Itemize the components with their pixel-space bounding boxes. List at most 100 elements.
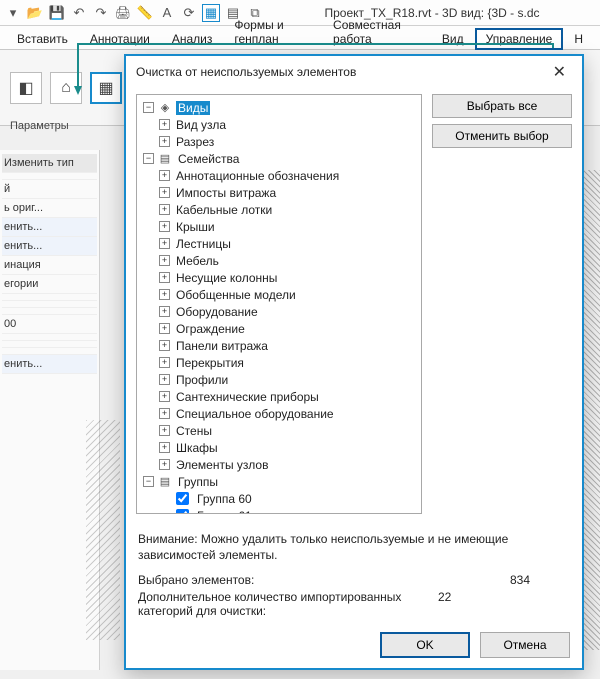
tree-node[interactable]: +Ограждение — [141, 320, 421, 337]
tree-label: Импосты витража — [174, 186, 278, 200]
tree-node[interactable]: Группа 60 — [141, 490, 421, 507]
expand-icon[interactable]: + — [159, 255, 170, 266]
tree-node[interactable]: +Панели витража — [141, 337, 421, 354]
tree-node[interactable]: + Кабельные лотки — [141, 201, 421, 218]
expand-icon[interactable]: + — [159, 289, 170, 300]
select-all-button[interactable]: Выбрать все — [432, 94, 572, 118]
expand-icon[interactable]: + — [159, 136, 170, 147]
tree-label: Перекрытия — [174, 356, 246, 370]
expand-icon[interactable]: + — [159, 272, 170, 283]
expand-icon[interactable]: + — [159, 119, 170, 130]
expand-icon[interactable]: + — [159, 442, 170, 453]
tree-node[interactable]: +Крыши — [141, 218, 421, 235]
tree-node[interactable]: +Несущие колонны — [141, 269, 421, 286]
undo-icon[interactable]: ↶ — [70, 4, 88, 22]
tab-collaborate[interactable]: Совместная работа — [322, 14, 431, 49]
tab-annotate[interactable]: Аннотации — [79, 28, 161, 49]
expand-icon[interactable]: + — [159, 323, 170, 334]
tree-node[interactable]: +Обобщенные модели — [141, 286, 421, 303]
tree-label: Вид узла — [174, 118, 228, 132]
text-icon[interactable]: A — [158, 4, 176, 22]
tree-label: Группа 61 — [195, 509, 254, 515]
tree-node[interactable]: + Оборудование — [141, 303, 421, 320]
tree-checkbox[interactable] — [176, 492, 189, 505]
folder-icon: ▤ — [158, 152, 172, 166]
tree-node[interactable]: −▤ Группы — [141, 473, 421, 490]
tree-node[interactable]: + Импосты витража — [141, 184, 421, 201]
tree-label: Мебель — [174, 254, 221, 268]
tree-label: Лестницы — [174, 237, 233, 251]
expand-icon[interactable]: + — [159, 357, 170, 368]
expand-icon[interactable]: − — [143, 102, 154, 113]
expand-icon[interactable]: + — [159, 238, 170, 249]
tree-label: Кабельные лотки — [174, 203, 274, 217]
tab-massing[interactable]: Формы и генплан — [223, 14, 322, 49]
expand-icon[interactable]: + — [159, 170, 170, 181]
sync-icon[interactable]: ⟳ — [180, 4, 198, 22]
tab-manage[interactable]: Управление — [475, 28, 564, 50]
tree-node[interactable]: + Лестницы — [141, 235, 421, 252]
ribbon-tabs: Вставить Аннотации Анализ Формы и генпла… — [0, 26, 600, 50]
tree-node[interactable]: −▤ Семейства — [141, 150, 421, 167]
expand-icon[interactable]: + — [159, 459, 170, 470]
section-icon[interactable]: ▦ — [202, 4, 220, 22]
ok-button[interactable]: OK — [380, 632, 470, 658]
tree-label: Сантехнические приборы — [174, 390, 321, 404]
expand-icon[interactable]: + — [159, 306, 170, 317]
expand-icon[interactable]: − — [143, 153, 154, 164]
tree-checkbox[interactable] — [176, 509, 189, 514]
tree-label: Профили — [174, 373, 230, 387]
measure-icon[interactable]: 📏 — [136, 4, 154, 22]
tree-node[interactable]: −◈Виды — [141, 99, 421, 116]
tab-view[interactable]: Вид — [431, 28, 475, 49]
tree-label: Шкафы — [174, 441, 220, 455]
purge-tree[interactable]: −◈Виды+Вид узла+Разрез−▤Семейства+Аннота… — [136, 94, 422, 514]
tab-insert[interactable]: Вставить — [6, 28, 79, 49]
tab-analyze[interactable]: Анализ — [161, 28, 224, 49]
tree-node[interactable]: +Элементы узлов — [141, 456, 421, 473]
tree-node[interactable]: + Шкафы — [141, 439, 421, 456]
purge-unused-button[interactable]: ▦ — [90, 72, 122, 104]
expand-icon[interactable]: + — [159, 340, 170, 351]
type-selector[interactable]: Изменить тип — [2, 154, 97, 173]
drawing-background — [86, 420, 120, 640]
expand-icon[interactable]: + — [159, 374, 170, 385]
expand-icon[interactable]: + — [159, 425, 170, 436]
tree-node[interactable]: +Специальное оборудование — [141, 405, 421, 422]
tree-label: Виды — [176, 101, 210, 115]
expand-icon[interactable]: + — [159, 221, 170, 232]
expand-icon[interactable]: + — [159, 408, 170, 419]
tab-more[interactable]: Н — [563, 28, 594, 49]
dialog-title: Очистка от неиспользуемых элементов — [136, 65, 356, 79]
close-icon[interactable]: ✕ — [547, 60, 572, 84]
open-icon[interactable]: 📂 — [26, 4, 44, 22]
tree-node[interactable]: + Вид узла — [141, 116, 421, 133]
materials-button[interactable]: ◧ — [10, 72, 42, 104]
expand-icon[interactable]: − — [143, 476, 154, 487]
tree-node[interactable]: + Мебель — [141, 252, 421, 269]
save-icon[interactable]: 💾 — [48, 4, 66, 22]
tree-node[interactable]: + Разрез — [141, 133, 421, 150]
tree-node[interactable]: Группа 61 — [141, 507, 421, 514]
tree-node[interactable]: + Профили — [141, 371, 421, 388]
dialog-titlebar: Очистка от неиспользуемых элементов ✕ — [126, 56, 582, 88]
expand-icon[interactable]: + — [159, 187, 170, 198]
tree-label: Разрез — [174, 135, 216, 149]
tree-label: Группы — [176, 475, 220, 489]
tree-label: Семейства — [176, 152, 241, 166]
object-styles-button[interactable]: ⌂ — [50, 72, 82, 104]
print-icon[interactable]: 🖨 — [114, 4, 132, 22]
cancel-button[interactable]: Отмена — [480, 632, 570, 658]
folder-icon: ▤ — [158, 475, 172, 489]
tree-node[interactable]: +Стены — [141, 422, 421, 439]
tree-node[interactable]: + Сантехнические приборы — [141, 388, 421, 405]
qat-icon[interactable]: ▾ — [4, 4, 22, 22]
warning-text: Внимание: Можно удалить только неиспольз… — [138, 531, 570, 563]
redo-icon[interactable]: ↷ — [92, 4, 110, 22]
expand-icon[interactable]: + — [159, 204, 170, 215]
deselect-all-button[interactable]: Отменить выбор — [432, 124, 572, 148]
expand-icon[interactable]: + — [159, 391, 170, 402]
tree-node[interactable]: +Аннотационные обозначения — [141, 167, 421, 184]
tree-label: Оборудование — [174, 305, 260, 319]
tree-node[interactable]: + Перекрытия — [141, 354, 421, 371]
